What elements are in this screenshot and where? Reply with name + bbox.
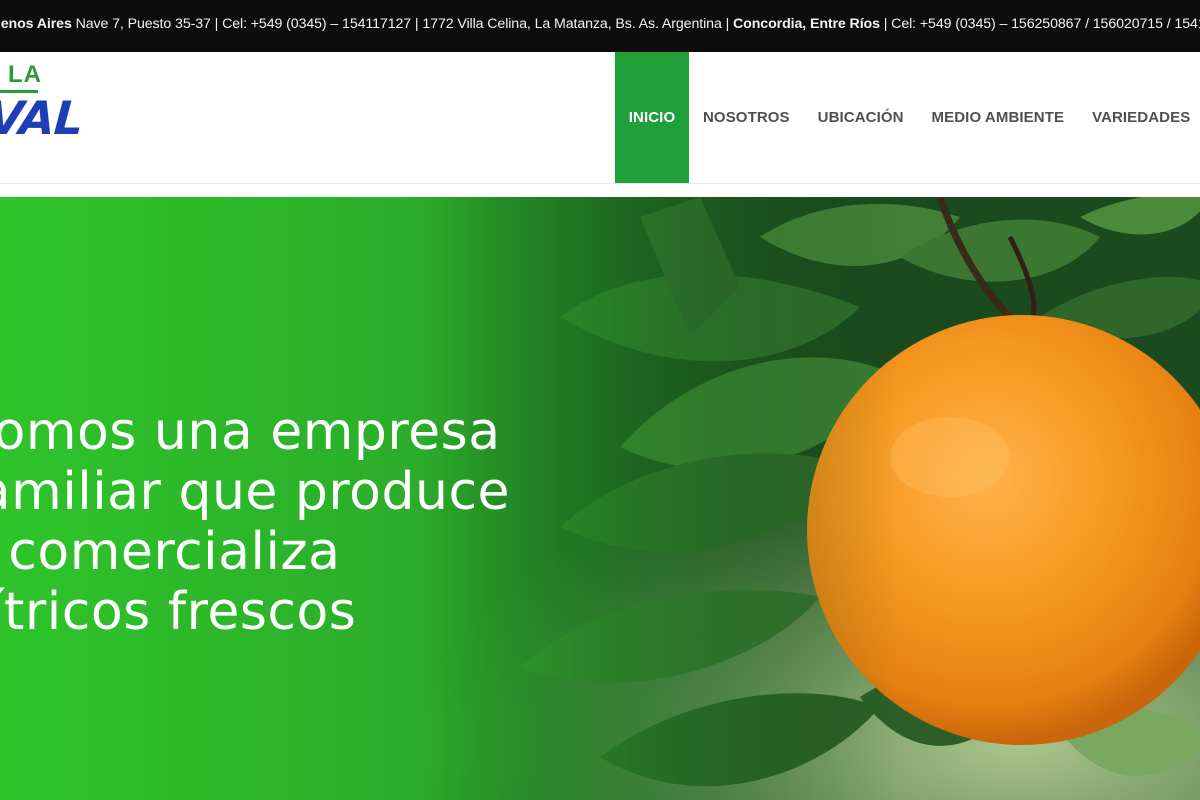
site-header: LA VAL INICIO NOSOTROS UBICACIÓN MEDIO A… xyxy=(0,52,1200,184)
contact-buenos-aires-details: Nave 7, Puesto 35-37 | Cel: +549 (0345) … xyxy=(71,16,734,32)
nav-item-ubicacion[interactable]: UBICACIÓN xyxy=(804,52,918,183)
logo-big-text: VAL xyxy=(0,91,85,145)
main-navigation: INICIO NOSOTROS UBICACIÓN MEDIO AMBIENTE… xyxy=(615,52,1200,183)
logo-small-text: LA xyxy=(8,61,42,88)
nav-item-inicio[interactable]: INICIO xyxy=(615,52,689,183)
location-buenos-aires: Buenos Aires xyxy=(0,16,72,32)
location-concordia: Concordia, Entre Ríos xyxy=(733,16,880,32)
hero-headline: Somos una empresa familiar que produce y… xyxy=(0,402,510,642)
nav-item-medio-ambiente[interactable]: MEDIO AMBIENTE xyxy=(918,52,1079,183)
nav-item-nosotros[interactable]: NOSOTROS xyxy=(689,52,804,183)
contact-concordia-details: | Cel: +549 (0345) – 156250867 / 1560207… xyxy=(879,16,1200,32)
nav-item-variedades[interactable]: VARIEDADES xyxy=(1078,52,1200,183)
contact-info-bar: Buenos Aires Nave 7, Puesto 35-37 | Cel:… xyxy=(0,0,1200,52)
hero-line-2: familiar que produce xyxy=(0,462,511,522)
hero-banner: Somos una empresa familiar que produce y… xyxy=(0,197,1200,800)
hero-line-1: Somos una empresa xyxy=(0,402,501,462)
hero-line-4: cítricos frescos xyxy=(0,582,357,642)
site-logo[interactable]: LA VAL xyxy=(0,52,140,183)
hero-line-3: y comercializa xyxy=(0,522,341,582)
contact-info-text: Buenos Aires Nave 7, Puesto 35-37 | Cel:… xyxy=(0,15,1200,33)
